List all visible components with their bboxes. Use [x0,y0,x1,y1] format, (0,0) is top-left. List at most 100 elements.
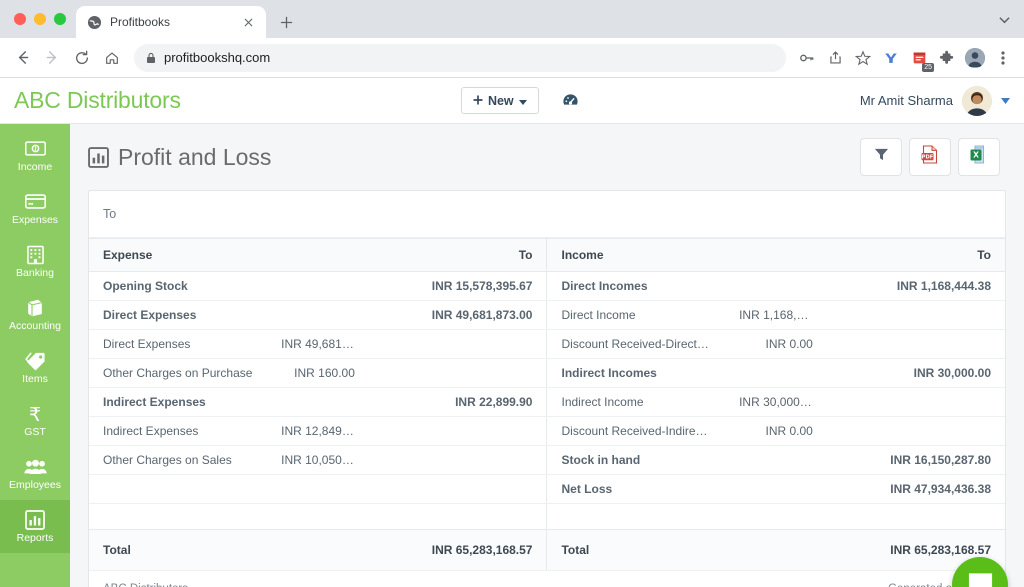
expense-label[interactable]: Indirect Expenses [89,416,268,446]
expense-amount [368,416,547,446]
profit-loss-table: Expense To Income To Opening Stock INR 1… [89,238,1005,570]
table-row[interactable]: Net Loss INR 47,934,436.38 [89,474,1005,504]
filter-button[interactable] [860,138,902,176]
share-icon[interactable] [822,45,848,71]
table-row[interactable]: Opening Stock INR 15,578,395.67 Direct I… [89,271,1005,301]
income-sub-amount [725,445,827,475]
app-body: Income Expenses Banking Accounting Items… [0,124,1024,587]
income-sub-amount: INR 1,168,444.38 [725,300,827,330]
toolbar-icons: 25 [794,45,1016,72]
calendar-extension-icon[interactable]: 25 [906,45,934,72]
income-label[interactable]: Indirect Income [546,387,726,417]
back-button[interactable] [8,44,36,72]
income-label[interactable]: Discount Received-Indirect Income [546,416,726,446]
company-brand[interactable]: ABC Distributors [14,87,181,114]
user-name[interactable]: Mr Amit Sharma [860,93,953,108]
expense-label[interactable]: Other Charges on Purchase [89,358,268,388]
table-row[interactable]: Direct Expenses INR 49,681,873.00 Direct… [89,300,1005,330]
close-icon[interactable] [240,14,256,30]
income-amount: INR 30,000.00 [826,358,1005,388]
new-button[interactable]: New [460,87,539,114]
expense-label: Indirect Expenses [89,387,268,417]
svg-text:PDF: PDF [922,155,934,161]
table-row[interactable]: Other Charges on Sales INR 10,050.00 Sto… [89,445,1005,475]
minimize-window-button[interactable] [34,13,46,25]
funnel-icon [874,147,889,167]
kebab-menu-icon[interactable] [990,45,1016,71]
expense-label[interactable]: Direct Expenses [89,329,268,359]
sidebar-item-employees[interactable]: Employees [0,447,70,500]
table-row[interactable]: Indirect Expenses INR 12,849.90 Discount… [89,416,1005,446]
maximize-window-button[interactable] [54,13,66,25]
table-row[interactable]: Other Charges on Purchase INR 160.00 Ind… [89,358,1005,388]
sidebar-item-banking[interactable]: Banking [0,235,70,288]
sidebar-item-items[interactable]: Items [0,341,70,394]
sidebar-item-reports[interactable]: Reports [0,500,70,553]
income-label[interactable]: Discount Received-Direct Income [546,329,726,359]
puzzle-extensions-icon[interactable] [934,45,960,71]
new-button-label: New [487,93,514,108]
table-header-row: Expense To Income To [89,238,1005,272]
col-expense-amount: To [368,238,547,272]
export-pdf-button[interactable]: PDF [909,138,951,176]
report-card: To Expense To Income To Opening Stock IN… [88,190,1006,587]
reload-button[interactable] [68,44,96,72]
bookmark-star-icon[interactable] [850,45,876,71]
income-amount [826,416,1005,446]
expense-amount: INR 15,578,395.67 [368,271,547,301]
browser-tab[interactable]: Profitbooks [76,6,266,38]
export-excel-button[interactable]: X [958,138,1000,176]
bank-building-icon [26,244,44,265]
income-label[interactable]: Direct Income [546,300,726,330]
home-button[interactable] [98,44,126,72]
income-label: Net Loss [546,474,726,504]
income-sub-amount: INR 0.00 [725,416,827,446]
dashboard-gauge-icon[interactable] [561,91,580,110]
chat-bubble-icon [967,571,994,587]
profile-avatar-icon[interactable] [962,45,988,71]
browser-chrome: Profitbooks profitbookshq.com 25 [0,0,1024,78]
expense-amount [368,358,547,388]
svg-text:X: X [973,151,979,160]
col-income-amount: To [826,238,1005,272]
avatar[interactable] [962,85,992,116]
app-header: ABC Distributors New Mr Amit Sharma [0,78,1024,124]
income-sub-amount: INR 30,000.00 [725,387,827,417]
table-body: Opening Stock INR 15,578,395.67 Direct I… [89,271,1005,570]
avatar [965,47,985,68]
income-total-label: Total [546,529,726,570]
users-icon [23,456,47,477]
close-window-button[interactable] [14,13,26,25]
income-amount [826,387,1005,417]
excel-file-icon: X [970,145,988,169]
income-amount: INR 47,934,436.38 [826,474,1005,504]
sidebar-item-income[interactable]: Income [0,129,70,182]
table-row[interactable]: Direct Expenses INR 49,681,713.00 Discou… [89,329,1005,359]
sidebar-item-expenses[interactable]: Expenses [0,182,70,235]
sidebar-item-accounting[interactable]: Accounting [0,288,70,341]
income-amount [826,329,1005,359]
lock-icon [146,52,156,64]
new-tab-button[interactable] [272,8,300,36]
expense-label[interactable]: Other Charges on Sales [89,445,268,475]
caret-down-icon [518,94,527,108]
income-label: Direct Incomes [546,271,726,301]
key-icon[interactable] [794,45,820,71]
income-sub-amount [725,474,827,504]
yahoo-extension-icon[interactable] [878,45,904,71]
table-row[interactable]: Indirect Expenses INR 22,899.90 Indirect… [89,387,1005,417]
chevron-down-icon[interactable] [1001,96,1010,106]
expense-amount [368,445,547,475]
col-income: Income [546,238,726,272]
sidebar-item-gst[interactable]: ₹ GST [0,394,70,447]
expense-sub-amount [267,387,369,417]
sidebar-item-label: Employees [9,479,61,492]
expense-sub-amount: INR 12,849.90 [267,416,369,446]
forward-button[interactable] [38,44,66,72]
sidebar-item-label: Reports [16,532,54,545]
expense-sub-amount: INR 49,681,713.00 [267,329,369,359]
col-income-sub [725,238,827,272]
address-bar[interactable]: profitbookshq.com [134,43,786,72]
expense-amount [368,329,547,359]
tab-search-button[interactable] [990,6,1018,34]
